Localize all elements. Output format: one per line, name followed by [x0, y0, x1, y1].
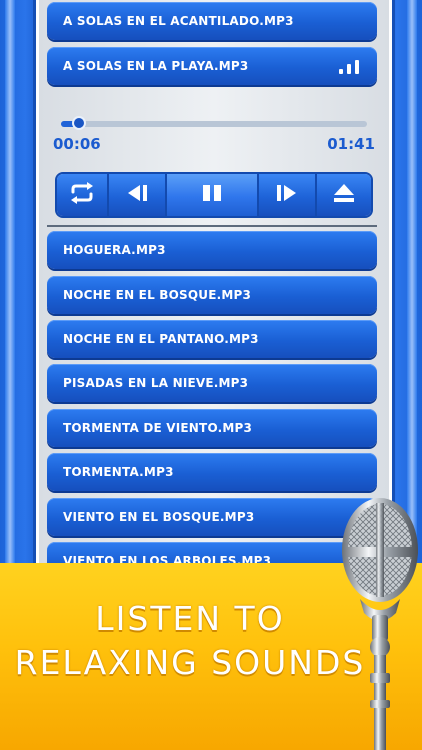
track-label: VIENTO EN EL BOSQUE.MP3	[63, 510, 255, 524]
track-item[interactable]: TORMENTA.MP3	[47, 453, 377, 491]
track-label: HOGUERA.MP3	[63, 243, 166, 257]
track-item[interactable]: PISADAS EN LA NIEVE.MP3	[47, 364, 377, 402]
track-item[interactable]: NOCHE EN EL PANTANO.MP3	[47, 320, 377, 358]
track-item[interactable]: NOCHE EN EL BOSQUE.MP3	[47, 276, 377, 314]
microphone-icon	[342, 498, 418, 750]
track-item[interactable]: A SOLAS EN EL ACANTILADO.MP3	[47, 2, 377, 40]
repeat-button[interactable]	[57, 174, 109, 216]
elapsed-time: 00:06	[53, 135, 101, 153]
pause-button[interactable]	[167, 174, 259, 216]
seek-bar-handle[interactable]	[72, 116, 87, 130]
promo-line-1: LISTEN TO	[95, 599, 285, 638]
repeat-icon	[67, 181, 97, 209]
total-duration: 01:41	[327, 135, 375, 153]
previous-icon	[124, 183, 150, 207]
track-label: PISADAS EN LA NIEVE.MP3	[63, 376, 249, 390]
track-item[interactable]: HOGUERA.MP3	[47, 231, 377, 269]
track-item[interactable]: VIENTO EN EL BOSQUE.MP3	[47, 498, 377, 536]
transport-controls	[57, 174, 371, 216]
track-label: NOCHE EN EL BOSQUE.MP3	[63, 288, 252, 302]
track-item[interactable]: TORMENTA DE VIENTO.MP3	[47, 409, 377, 447]
eject-button[interactable]	[317, 174, 371, 216]
seek-bar[interactable]	[61, 116, 367, 130]
next-icon	[274, 183, 300, 207]
track-label: TORMENTA DE VIENTO.MP3	[63, 421, 253, 435]
next-button[interactable]	[259, 174, 317, 216]
equalizer-icon	[339, 58, 359, 74]
pause-icon	[199, 183, 225, 207]
track-label: NOCHE EN EL PANTANO.MP3	[63, 332, 259, 346]
track-label: A SOLAS EN LA PLAYA.MP3	[63, 59, 249, 73]
divider	[47, 225, 377, 227]
track-label: A SOLAS EN EL ACANTILADO.MP3	[63, 14, 294, 28]
promo-line-2: RELAXING SOUNDS	[14, 643, 366, 682]
track-label: TORMENTA.MP3	[63, 465, 174, 479]
track-item-now-playing[interactable]: A SOLAS EN LA PLAYA.MP3	[47, 47, 377, 85]
eject-icon	[332, 182, 356, 208]
previous-button[interactable]	[109, 174, 167, 216]
